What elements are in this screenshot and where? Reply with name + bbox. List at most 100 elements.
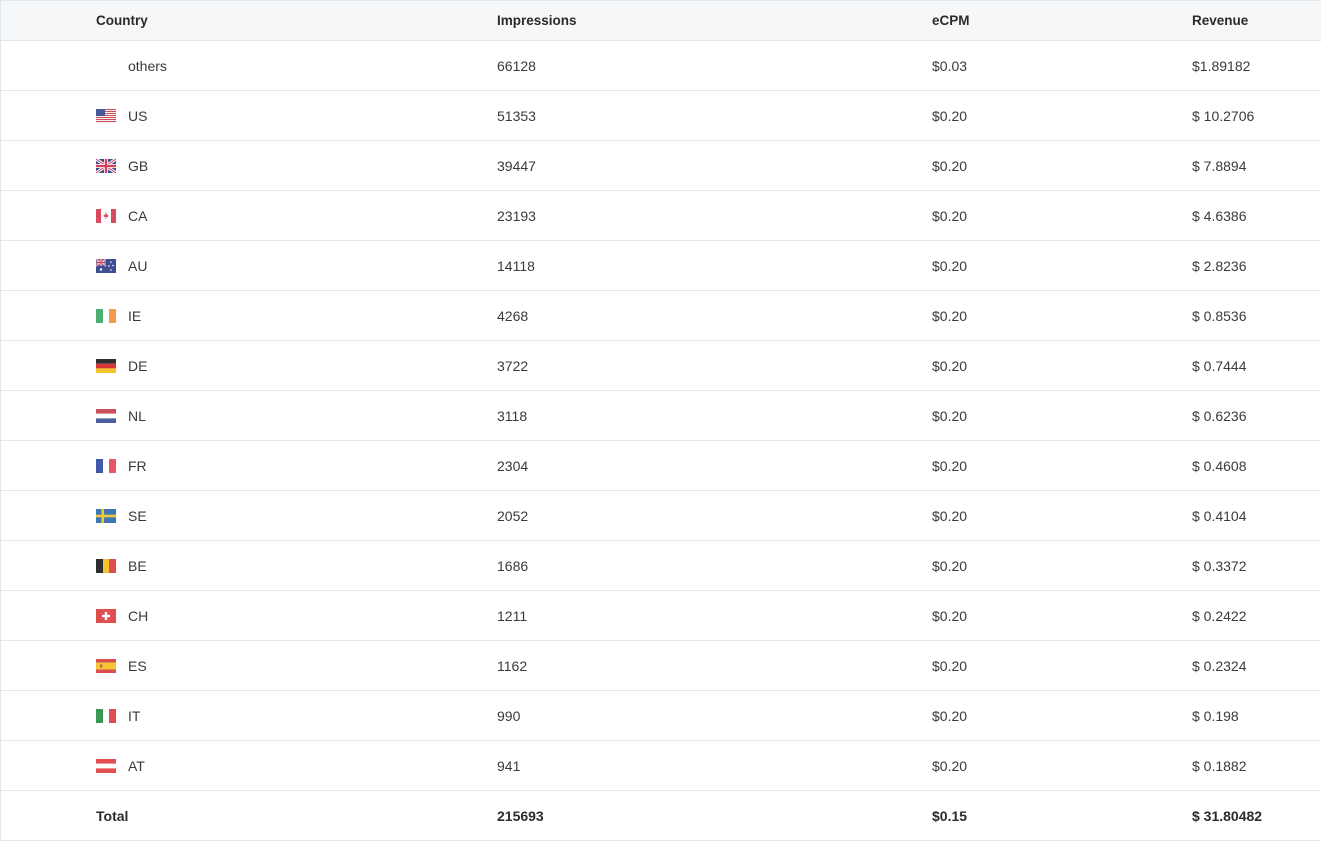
- revenue-cell: $1.89182: [1192, 57, 1251, 74]
- table-row: AU 14118 $0.20 $ 2.8236: [1, 241, 1321, 291]
- country-cell: SE: [96, 491, 147, 540]
- country-cell: others: [96, 41, 167, 90]
- total-impressions: 215693: [497, 807, 544, 824]
- country-name: DE: [128, 357, 148, 374]
- impressions-cell: 990: [497, 707, 521, 724]
- se-flag-icon: [96, 508, 116, 523]
- country-name: NL: [128, 407, 146, 424]
- impressions-cell: 2052: [497, 507, 529, 524]
- country-name: AT: [128, 757, 145, 774]
- de-flag-icon: [96, 358, 116, 373]
- country-cell: ES: [96, 641, 147, 690]
- au-flag-icon: [96, 258, 116, 273]
- country-revenue-table: Country Impressions eCPM Revenue others 6…: [0, 0, 1321, 841]
- impressions-cell: 2304: [497, 457, 529, 474]
- impressions-cell: 51353: [497, 107, 536, 124]
- revenue-cell: $ 0.6236: [1192, 407, 1247, 424]
- at-flag-icon: [96, 758, 116, 773]
- revenue-cell: $ 7.8894: [1192, 157, 1247, 174]
- country-cell: IE: [96, 291, 141, 340]
- table-row: DE 3722 $0.20 $ 0.7444: [1, 341, 1321, 391]
- ecpm-cell: $0.20: [932, 357, 968, 374]
- impressions-cell: 66128: [497, 57, 536, 74]
- country-name: CH: [128, 607, 149, 624]
- us-flag-icon: [96, 108, 116, 123]
- country-cell: CH: [96, 591, 148, 640]
- country-name: US: [128, 107, 148, 124]
- impressions-cell: 1686: [497, 557, 529, 574]
- revenue-cell: $ 0.198: [1192, 707, 1239, 724]
- table-row: GB 39447 $0.20 $ 7.8894: [1, 141, 1321, 191]
- es-flag-icon: [96, 658, 116, 673]
- ecpm-cell: $0.20: [932, 307, 968, 324]
- impressions-cell: 4268: [497, 307, 529, 324]
- country-cell: BE: [96, 541, 147, 590]
- header-ecpm[interactable]: eCPM: [932, 1, 970, 40]
- ecpm-cell: $0.20: [932, 207, 968, 224]
- country-cell: GB: [96, 141, 148, 190]
- table-header-row: Country Impressions eCPM Revenue: [1, 0, 1321, 41]
- nl-flag-icon: [96, 408, 116, 423]
- table-row: others 66128 $0.03 $1.89182: [1, 41, 1321, 91]
- ecpm-cell: $0.20: [932, 507, 968, 524]
- ca-flag-icon: [96, 208, 116, 223]
- ecpm-cell: $0.20: [932, 607, 968, 624]
- ch-flag-icon: [96, 608, 116, 623]
- ecpm-cell: $0.20: [932, 457, 968, 474]
- country-name: IT: [128, 707, 141, 724]
- table-row: SE 2052 $0.20 $ 0.4104: [1, 491, 1321, 541]
- ecpm-cell: $0.20: [932, 407, 968, 424]
- country-cell: AU: [96, 241, 147, 290]
- revenue-cell: $ 0.1882: [1192, 757, 1247, 774]
- ecpm-cell: $0.03: [932, 57, 968, 74]
- revenue-cell: $ 0.8536: [1192, 307, 1247, 324]
- revenue-cell: $ 0.7444: [1192, 357, 1247, 374]
- revenue-cell: $ 4.6386: [1192, 207, 1247, 224]
- country-name: ES: [128, 657, 147, 674]
- revenue-cell: $ 10.2706: [1192, 107, 1255, 124]
- be-flag-icon: [96, 558, 116, 573]
- country-name: FR: [128, 457, 147, 474]
- ecpm-cell: $0.20: [932, 707, 968, 724]
- country-name: BE: [128, 557, 147, 574]
- country-name: CA: [128, 207, 148, 224]
- revenue-cell: $ 0.2324: [1192, 657, 1247, 674]
- total-ecpm: $0.15: [932, 807, 968, 824]
- flag-placeholder: [96, 59, 116, 73]
- country-cell: FR: [96, 441, 147, 490]
- impressions-cell: 1162: [497, 657, 528, 674]
- total-label: Total: [96, 807, 129, 824]
- ecpm-cell: $0.20: [932, 107, 968, 124]
- ecpm-cell: $0.20: [932, 657, 968, 674]
- table-row: AT 941 $0.20 $ 0.1882: [1, 741, 1321, 791]
- table-row: CA 23193 $0.20 $ 4.6386: [1, 191, 1321, 241]
- country-cell: AT: [96, 741, 145, 790]
- gb-flag-icon: [96, 158, 116, 173]
- country-cell: NL: [96, 391, 146, 440]
- header-country[interactable]: Country: [96, 1, 148, 40]
- total-revenue: $ 31.80482: [1192, 807, 1263, 824]
- table-row: CH 1211 $0.20 $ 0.2422: [1, 591, 1321, 641]
- table-row: NL 3118 $0.20 $ 0.6236: [1, 391, 1321, 441]
- fr-flag-icon: [96, 458, 116, 473]
- ecpm-cell: $0.20: [932, 157, 968, 174]
- revenue-cell: $ 0.4608: [1192, 457, 1247, 474]
- table-row: US 51353 $0.20 $ 10.2706: [1, 91, 1321, 141]
- impressions-cell: 941: [497, 757, 521, 774]
- country-cell: US: [96, 91, 147, 140]
- table-row: ES 1162 $0.20 $ 0.2324: [1, 641, 1321, 691]
- table-row: IE 4268 $0.20 $ 0.8536: [1, 291, 1321, 341]
- impressions-cell: 14118: [497, 257, 535, 274]
- impressions-cell: 39447: [497, 157, 536, 174]
- country-name: others: [128, 57, 167, 74]
- country-name: IE: [128, 307, 142, 324]
- ecpm-cell: $0.20: [932, 557, 968, 574]
- it-flag-icon: [96, 708, 116, 723]
- country-cell: IT: [96, 691, 140, 740]
- country-name: GB: [128, 157, 149, 174]
- header-revenue[interactable]: Revenue: [1192, 1, 1248, 40]
- country-cell: CA: [96, 191, 147, 240]
- header-impressions[interactable]: Impressions: [497, 1, 577, 40]
- impressions-cell: 3722: [497, 357, 529, 374]
- country-cell: DE: [96, 341, 147, 390]
